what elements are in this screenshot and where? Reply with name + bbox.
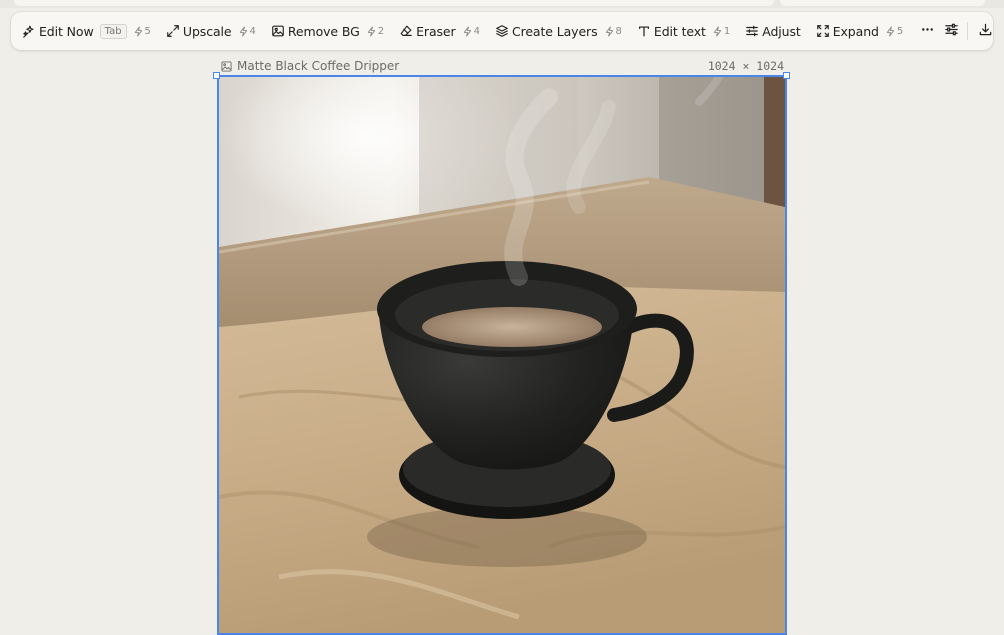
coffee-cup-photo xyxy=(219,77,785,633)
lightning-icon xyxy=(463,25,471,37)
lightning-icon xyxy=(713,25,722,37)
resize-handle-top-left[interactable] xyxy=(213,72,220,79)
more-horizontal-icon xyxy=(920,22,935,41)
credit-value: 5 xyxy=(144,25,151,37)
credit-value: 4 xyxy=(249,25,256,37)
top-tab-edge xyxy=(780,0,985,6)
create-layers-button[interactable]: Create Layers 8 xyxy=(495,17,628,45)
eraser-button[interactable]: Eraser 4 xyxy=(399,17,486,45)
create-layers-label: Create Layers xyxy=(511,23,598,39)
eraser-icon xyxy=(399,24,413,38)
resize-handle-top-right[interactable] xyxy=(783,72,790,79)
expand-label: Expand xyxy=(832,23,879,39)
edit-now-label: Edit Now xyxy=(39,23,94,39)
upscale-button[interactable]: Upscale 4 xyxy=(166,17,262,45)
image-toolbar: Edit Now Tab 5 Upscale 4 Remove BG 2 Era… xyxy=(11,12,993,50)
credit-value: 5 xyxy=(896,25,904,37)
download-icon xyxy=(978,22,993,41)
credit-cost: 4 xyxy=(462,26,480,37)
top-strip xyxy=(0,0,1004,8)
expand-arrows-icon xyxy=(166,24,180,38)
lightning-icon xyxy=(367,25,375,37)
shortcut-badge: Tab xyxy=(99,23,127,39)
eraser-label: Eraser xyxy=(416,23,456,39)
image-name[interactable]: Matte Black Coffee Dripper xyxy=(221,59,399,73)
image-icon xyxy=(271,24,285,38)
sliders-icon xyxy=(745,24,759,38)
settings-button[interactable] xyxy=(944,18,959,44)
edit-text-button[interactable]: Edit text 1 xyxy=(637,17,736,45)
image-header: Matte Black Coffee Dripper 1024 × 1024 xyxy=(221,58,784,74)
credit-cost: 2 xyxy=(366,26,384,37)
more-button[interactable] xyxy=(920,18,935,44)
lightning-icon xyxy=(134,25,142,37)
download-button[interactable] xyxy=(978,18,993,44)
credit-cost: 8 xyxy=(604,26,622,37)
credit-value: 4 xyxy=(473,25,480,37)
image-name-label: Matte Black Coffee Dripper xyxy=(237,59,400,73)
credit-cost: 5 xyxy=(885,26,903,37)
credit-cost: 1 xyxy=(712,26,730,37)
credit-value: 8 xyxy=(615,25,622,37)
credit-value: 2 xyxy=(377,25,385,37)
credit-cost: 5 xyxy=(133,26,151,37)
remove-bg-label: Remove BG xyxy=(287,23,360,39)
settings-sliders-icon xyxy=(944,22,959,41)
toolbar-divider xyxy=(967,22,968,40)
adjust-label: Adjust xyxy=(762,23,801,39)
upscale-label: Upscale xyxy=(182,23,232,39)
expand-button[interactable]: Expand 5 xyxy=(816,17,910,45)
edit-text-label: Edit text xyxy=(653,23,706,39)
adjust-button[interactable]: Adjust xyxy=(745,17,806,45)
text-icon xyxy=(637,24,651,38)
image-icon xyxy=(221,60,232,72)
image-dimensions: 1024 × 1024 xyxy=(707,59,784,73)
sparkles-icon xyxy=(22,24,36,38)
image-canvas[interactable] xyxy=(217,75,787,635)
lightning-icon xyxy=(886,25,895,37)
expand-frame-icon xyxy=(816,24,830,38)
lightning-icon xyxy=(239,25,247,37)
edit-now-button[interactable]: Edit Now Tab 5 xyxy=(22,17,157,45)
credit-value: 1 xyxy=(723,25,731,37)
credit-cost: 4 xyxy=(238,26,256,37)
lightning-icon xyxy=(605,25,613,37)
remove-bg-button[interactable]: Remove BG 2 xyxy=(271,17,390,45)
top-tab-edge xyxy=(14,0,774,6)
layers-icon xyxy=(495,24,509,38)
